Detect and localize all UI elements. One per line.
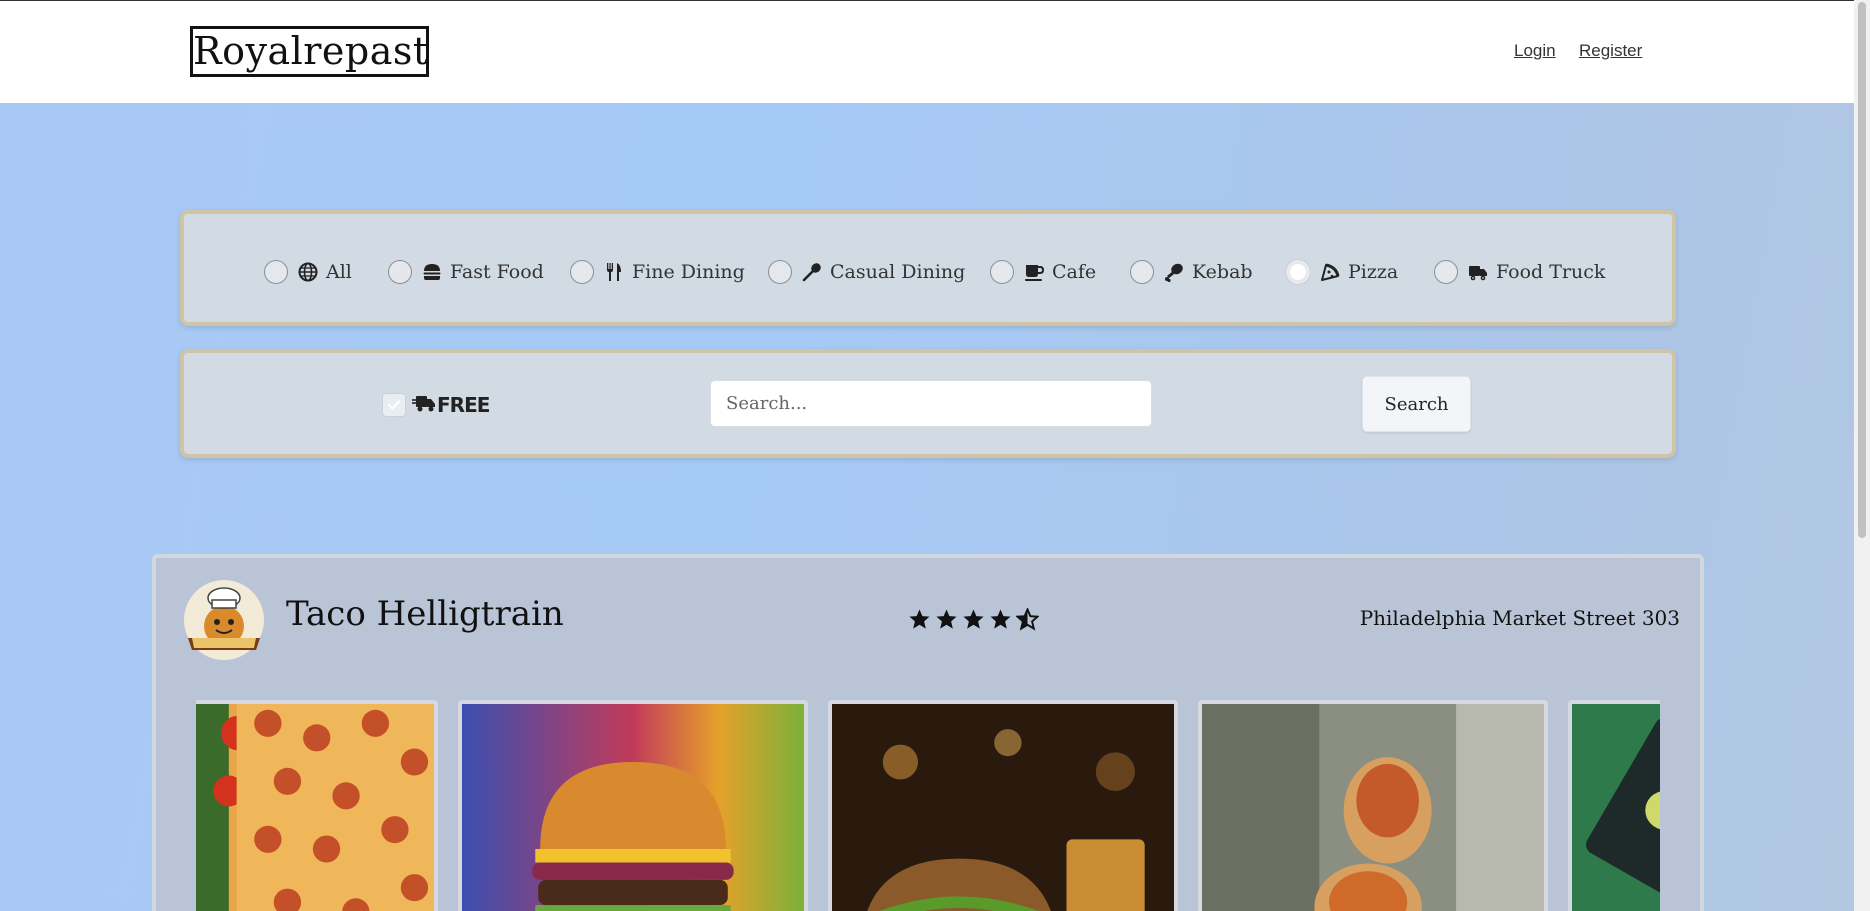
gallery-photo-salad[interactable] [1568, 700, 1660, 911]
category-radio[interactable] [768, 260, 792, 284]
drumstick-icon [1164, 262, 1184, 282]
category-option-casual-dining[interactable]: Casual Dining [768, 258, 965, 286]
photo-gallery[interactable] [196, 700, 1660, 911]
restaurant-logo [182, 578, 266, 662]
restaurant-card[interactable]: Taco Helligtrain Philadelphia Market Str… [152, 554, 1704, 911]
category-option-kebab[interactable]: Kebab [1130, 258, 1253, 286]
gallery-photo-sandwich[interactable] [828, 700, 1178, 911]
category-option-cafe[interactable]: Cafe [990, 258, 1096, 286]
restaurant-address: Philadelphia Market Street 303 [1359, 606, 1680, 630]
category-label: Cafe [1052, 261, 1097, 283]
site-header: Royalrepast Login Register [0, 0, 1854, 103]
category-option-pizza[interactable]: Pizza [1286, 258, 1398, 286]
category-label: Pizza [1348, 261, 1399, 283]
pizza-slice-icon [1320, 262, 1340, 282]
spoon-icon [802, 262, 822, 282]
star-icon [936, 609, 957, 629]
category-radio[interactable] [1130, 260, 1154, 284]
burger-icon [422, 262, 442, 282]
gallery-photo-pizza[interactable] [196, 700, 438, 911]
delivery-truck-icon [412, 393, 436, 417]
category-label: Kebab [1192, 261, 1253, 283]
globe-icon [298, 262, 318, 282]
category-radio-selected[interactable] [1286, 260, 1310, 284]
star-icon [963, 609, 984, 629]
free-delivery-checkbox[interactable] [382, 393, 406, 417]
search-button[interactable]: Search [1362, 376, 1471, 432]
category-option-fast-food[interactable]: Fast Food [388, 258, 544, 286]
scrollbar-thumb[interactable] [1858, 2, 1866, 538]
restaurant-rating [908, 608, 1039, 631]
search-panel: FREE Search [180, 349, 1676, 458]
category-option-all[interactable]: All [264, 258, 352, 286]
star-icon [990, 609, 1011, 629]
page-scrollbar[interactable] [1854, 0, 1870, 911]
category-label: All [326, 261, 352, 283]
category-label: Food Truck [1496, 261, 1606, 283]
gallery-photo-burrito[interactable] [1198, 700, 1548, 911]
category-radio[interactable] [990, 260, 1014, 284]
category-radio[interactable] [1434, 260, 1458, 284]
star-icon [909, 609, 930, 629]
category-option-food-truck[interactable]: Food Truck [1434, 258, 1605, 286]
mug-icon [1024, 262, 1044, 282]
utensils-icon [604, 262, 624, 282]
truck-icon [1468, 262, 1488, 282]
site-logo[interactable]: Royalrepast [190, 26, 429, 77]
category-radio[interactable] [570, 260, 594, 284]
category-radio[interactable] [388, 260, 412, 284]
category-radio[interactable] [264, 260, 288, 284]
category-label: Casual Dining [830, 261, 966, 283]
free-delivery-toggle[interactable]: FREE [382, 393, 490, 417]
half-star-icon [1016, 608, 1039, 631]
search-input[interactable] [710, 380, 1152, 427]
login-link[interactable]: Login [1514, 41, 1556, 61]
gallery-photo-burger[interactable] [458, 700, 808, 911]
category-label: Fine Dining [632, 261, 745, 283]
restaurant-name[interactable]: Taco Helligtrain [286, 594, 564, 634]
category-filter-panel: All Fast Food Fine Dining Casual Dining … [180, 210, 1676, 326]
category-label: Fast Food [450, 261, 544, 283]
free-delivery-label: FREE [437, 393, 490, 417]
category-option-fine-dining[interactable]: Fine Dining [570, 258, 745, 286]
register-link[interactable]: Register [1579, 41, 1642, 61]
